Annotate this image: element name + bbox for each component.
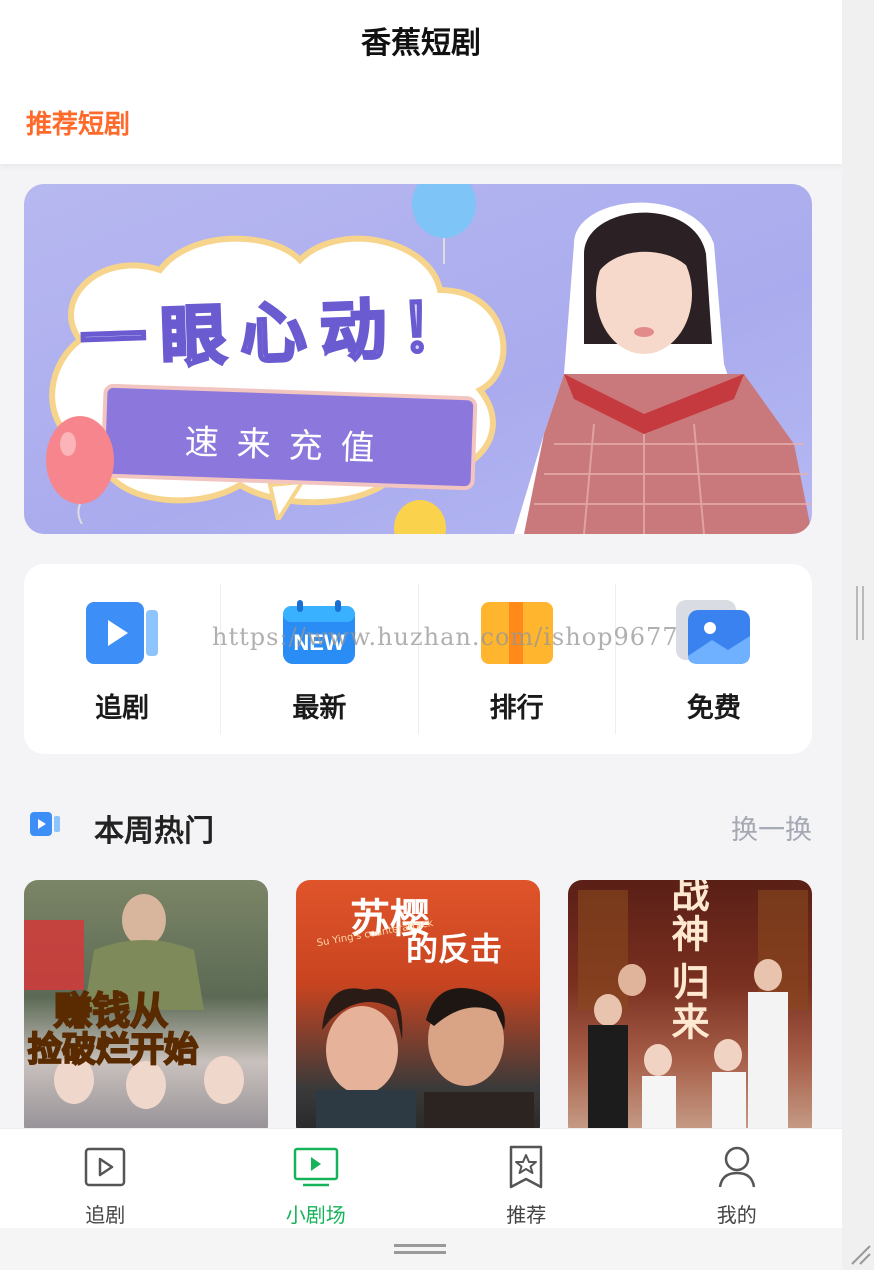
- home-indicator[interactable]: [394, 1244, 446, 1254]
- user-icon: [718, 1146, 755, 1188]
- drama-poster[interactable]: 赚钱从 捡破烂开始: [24, 880, 268, 1140]
- banner-headline: 一眼心动！: [77, 287, 482, 381]
- play-video-icon: [86, 602, 159, 664]
- bottom-nav-label: 小剧场: [285, 1203, 346, 1227]
- quick-nav-label: 追剧: [95, 693, 150, 724]
- quick-nav-label: 排行: [489, 693, 544, 724]
- recharge-cta-label: 速来充值: [184, 422, 394, 470]
- top-header: 香蕉短剧 推荐短剧: [0, 0, 842, 164]
- bottom-nav: 追剧 小剧场 推荐 我的: [0, 1128, 842, 1228]
- quick-nav-latest[interactable]: NEW 最新: [221, 584, 419, 734]
- quick-nav-label: 最新: [292, 693, 347, 724]
- quick-nav-free[interactable]: 免费: [616, 584, 812, 734]
- yellow-balloon-icon: [394, 500, 446, 534]
- bottom-nav-theater[interactable]: 小剧场: [211, 1129, 422, 1228]
- banner-model-photo: [514, 202, 812, 534]
- tv-play-icon: [293, 1147, 338, 1187]
- bottom-nav-chase[interactable]: 追剧: [0, 1129, 211, 1228]
- quick-nav-panel: 追剧 NEW 最新 排行 免费: [24, 564, 812, 754]
- poster-title-line1: 战神: [665, 880, 709, 954]
- blue-balloon-icon: [412, 184, 476, 264]
- pink-balloon-icon: [46, 416, 114, 524]
- quick-nav-label: 免费: [686, 693, 741, 724]
- quick-nav-chase[interactable]: 追剧: [24, 584, 222, 734]
- play-square-icon: [85, 1147, 126, 1187]
- bottom-nav-recommend[interactable]: 推荐: [421, 1129, 632, 1228]
- poster-title-line2: 归来: [665, 962, 709, 1042]
- window-right-gutter: [842, 0, 874, 1270]
- page-title: 香蕉短剧: [361, 26, 481, 61]
- star-bookmark-icon: [510, 1145, 543, 1189]
- resize-corner-icon[interactable]: [848, 1242, 872, 1266]
- free-image-icon: [675, 600, 750, 664]
- drama-poster[interactable]: 战神 归来: [568, 880, 812, 1140]
- recharge-cta-button[interactable]: 速来充值: [100, 383, 478, 491]
- bottom-nav-label: 推荐: [506, 1203, 547, 1227]
- poster-row: 赚钱从 捡破烂开始 苏樱 的反击 Su Ying's counterattack: [24, 880, 812, 1140]
- site-watermark: https://www.huzhan.com/ishop9677: [212, 623, 679, 651]
- resize-grip[interactable]: [856, 586, 864, 640]
- promo-banner[interactable]: 一眼心动！ 速来充值: [24, 184, 812, 534]
- section-title: 本周热门: [94, 814, 214, 849]
- bottom-nav-mine[interactable]: 我的: [632, 1129, 843, 1228]
- bottom-nav-label: 追剧: [85, 1203, 126, 1227]
- gesture-area: [0, 1228, 842, 1270]
- quick-nav-ranking[interactable]: 排行: [419, 584, 616, 734]
- app-screen: 香蕉短剧 推荐短剧 一眼心动！ 速来充值 追剧 NEW 最新 排行 免费 htt…: [0, 0, 842, 1270]
- bottom-nav-label: 我的: [716, 1203, 757, 1227]
- refresh-button[interactable]: 换一换: [731, 808, 812, 847]
- tab-recommended-dramas[interactable]: 推荐短剧: [26, 104, 130, 141]
- poster-title-line2: 捡破烂开始: [27, 1029, 199, 1071]
- drama-poster[interactable]: 苏樱 的反击 Su Ying's counterattack: [296, 880, 540, 1140]
- weekly-hot-header: 本周热门 换一换: [24, 800, 812, 850]
- section-video-icon: [30, 812, 60, 836]
